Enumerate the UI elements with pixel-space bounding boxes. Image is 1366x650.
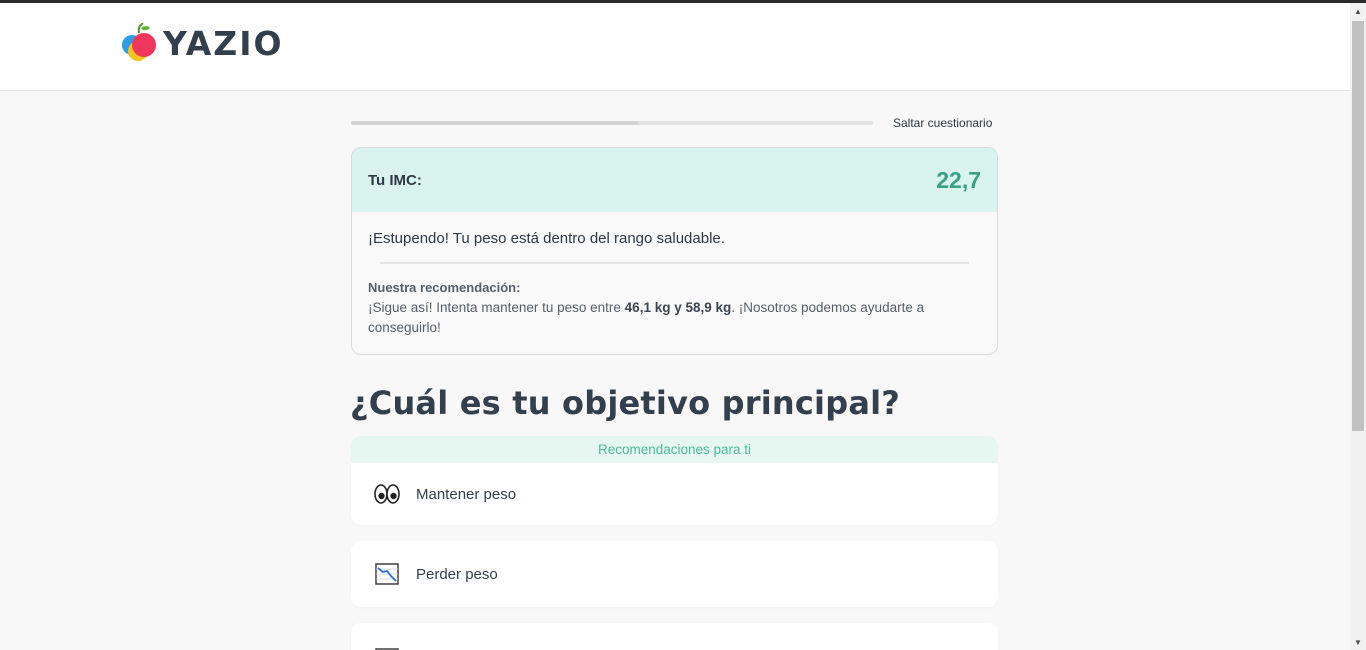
recommended-badge: Recomendaciones para ti [351, 436, 998, 463]
recommendation-text: ¡Sigue así! Intenta mantener tu peso ent… [368, 298, 981, 338]
option-row: Mantener peso [351, 463, 998, 525]
recommendation-text-start: ¡Sigue así! Intenta mantener tu peso ent… [368, 300, 625, 315]
bmi-body: ¡Estupendo! Tu peso está dentro del rang… [352, 212, 997, 338]
yazio-logo[interactable]: YAZIO [122, 23, 284, 63]
option-label: Perder peso [416, 565, 498, 583]
option-third[interactable] [351, 623, 998, 650]
option-row: Perder peso [351, 541, 998, 607]
scroll-down-icon[interactable]: ▼ [1350, 634, 1366, 650]
option-label: Mantener peso [416, 485, 517, 503]
option-lose-weight[interactable]: Perder peso [351, 541, 998, 607]
skip-questionnaire-link[interactable]: Saltar cuestionario [893, 116, 992, 130]
scroll-thumb[interactable] [1352, 21, 1364, 431]
chart-decreasing-icon [373, 560, 401, 588]
bmi-message: ¡Estupendo! Tu peso está dentro del rang… [368, 230, 725, 247]
eyes-icon [373, 480, 401, 508]
recommended-weight-range: 46,1 kg y 58,9 kg [624, 300, 732, 315]
divider [380, 262, 969, 264]
bmi-card: Tu IMC: 22,7 ¡Estupendo! Tu peso está de… [351, 147, 998, 355]
recommendation-title: Nuestra recomendación: [368, 280, 521, 295]
bmi-label: Tu IMC: [368, 171, 422, 189]
page-scrollbar[interactable]: ▲ ▼ [1350, 3, 1366, 650]
option-row [351, 623, 998, 650]
chart-icon [373, 645, 401, 650]
bmi-value: 22,7 [936, 166, 981, 193]
question-heading: ¿Cuál es tu objetivo principal? [350, 384, 901, 422]
site-header: YAZIO [0, 3, 1350, 91]
apple-logo-icon [122, 23, 156, 61]
brand-name: YAZIO [163, 23, 284, 63]
questionnaire-progress-bar [351, 121, 873, 125]
option-maintain-weight[interactable]: Recomendaciones para ti Mantener peso [351, 436, 998, 525]
scroll-up-icon[interactable]: ▲ [1350, 3, 1366, 19]
progress-fill [351, 121, 639, 125]
bmi-header: Tu IMC: 22,7 [352, 148, 997, 212]
